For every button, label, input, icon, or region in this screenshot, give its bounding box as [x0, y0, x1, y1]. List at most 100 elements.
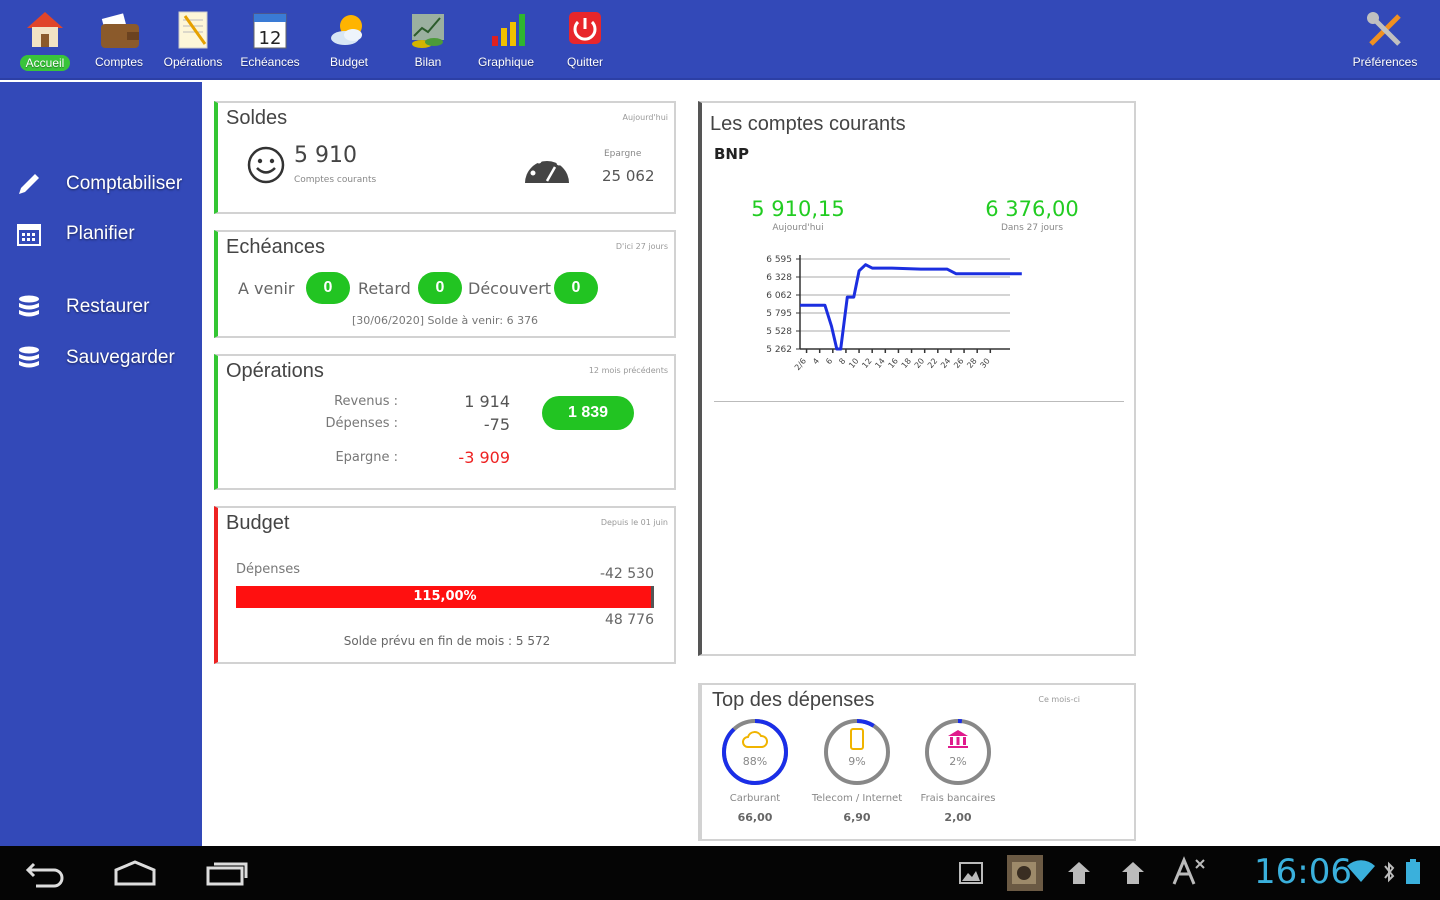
sidebar-item-restaurer[interactable]: Restaurer [14, 287, 200, 327]
retard-badge[interactable]: 0 [418, 272, 462, 304]
calendar-icon [14, 219, 44, 249]
operations-total-badge[interactable]: 1 839 [542, 396, 634, 430]
today-balance: 5 910,15 [751, 197, 845, 221]
toolbar-accueil-button[interactable]: Accueil [10, 8, 80, 74]
soldes-amount: 5 910 [294, 143, 357, 168]
toolbar-budget-button[interactable]: Budget [314, 8, 384, 74]
home-button[interactable] [112, 858, 158, 892]
future-caption: Dans 27 jours [1000, 223, 1064, 233]
toolbar-graphique-button[interactable]: Graphique [471, 8, 541, 74]
card-hint: 12 mois précédents [588, 366, 668, 375]
tools-icon [1363, 8, 1407, 52]
comptes-courants-card[interactable]: Les comptes courants BNP 5 910,15 Aujour… [698, 101, 1136, 656]
toolbar-label: Budget [329, 55, 369, 69]
chart-x-tick-label: 24 [939, 357, 952, 371]
budget-spent: -42 530 [599, 566, 654, 582]
money-icon [406, 8, 450, 52]
gallery-notification[interactable] [958, 860, 984, 890]
toolbar-operations-button[interactable]: Opérations [158, 8, 228, 74]
budget-footer: Solde prévu en fin de mois : 5 572 [343, 634, 551, 648]
budget-depenses-label: Dépenses [236, 562, 301, 577]
chart-x-tick-label: 10 [847, 357, 860, 371]
toolbar-label: Préférences [1352, 55, 1418, 69]
back-icon [25, 862, 64, 888]
expense-label: Telecom / Internet [811, 793, 903, 804]
a-venir-label: A venir [238, 279, 295, 298]
expense-label: Carburant [729, 793, 781, 804]
toolbar-label: Echéances [240, 55, 300, 69]
bank-name: BNP [714, 145, 749, 163]
depenses-value: -75 [483, 415, 510, 434]
today-caption: Aujourd'hui [772, 223, 824, 233]
expense-percent: 2% [949, 755, 967, 768]
epargne-label: Epargne : [335, 450, 398, 465]
text-size-notification[interactable] [1170, 856, 1206, 892]
download-notification[interactable] [1120, 860, 1146, 890]
decouvert-label: Découvert [468, 279, 552, 298]
operations-card[interactable]: Opérations 12 mois précédents Revenus : … [214, 354, 676, 490]
epargne-label: Epargne [604, 149, 642, 159]
expense-item[interactable]: 88% Carburant 66,00 [720, 717, 790, 824]
power-icon [563, 8, 607, 52]
bluetooth-icon [1382, 860, 1396, 888]
balance-line-chart: 6 595 6 328 6 062 5 795 5 528 5 2622/6 4 6 8 10 12… [766, 255, 1022, 372]
expense-percent: 9% [848, 755, 866, 768]
sidebar-item-label: Restaurer [66, 296, 150, 317]
wifi-icon [1346, 860, 1376, 888]
soldes-caption: Comptes courants [294, 175, 377, 185]
chart-x-tick-label: 30 [978, 357, 991, 371]
expense-percent: 88% [742, 755, 768, 768]
epargne-value: -3 909 [458, 448, 510, 467]
sidebar-item-sauvegarder[interactable]: Sauvegarder [14, 338, 200, 378]
system-nav-bar: 16:06 [0, 846, 1440, 900]
expense-amount: 6,90 [843, 811, 871, 824]
card-hint: Aujourd'hui [622, 113, 668, 122]
toolbar-bilan-button[interactable]: Bilan [393, 8, 463, 74]
budget-card[interactable]: Budget Depuis le 01 juin Dépenses -42 53… [214, 506, 676, 664]
top-toolbar: Accueil Comptes Opérations 12 Echéances … [0, 0, 1440, 80]
toolbar-echeances-button[interactable]: 12 Echéances [235, 8, 305, 74]
top-depenses-card[interactable]: Top des dépenses Ce mois-ci 88% Carburan… [698, 683, 1136, 841]
budget-percent: 115,00% [413, 589, 477, 604]
app-notification[interactable] [1006, 854, 1044, 896]
card-title: Top des dépenses [712, 689, 875, 711]
chart-y-tick-label: 6 595 [766, 255, 792, 265]
image-icon [959, 862, 983, 884]
sidebar-item-label: Sauvegarder [66, 347, 175, 368]
chart-x-tick-label: 26 [952, 357, 965, 371]
card-hint: Depuis le 01 juin [600, 518, 668, 527]
sidebar: Comptabiliser Planifier Restaurer Sauveg… [0, 82, 202, 846]
soldes-card[interactable]: Soldes Aujourd'hui 5 910 Comptes courant… [214, 101, 676, 214]
sidebar-item-comptabiliser[interactable]: Comptabiliser [14, 164, 200, 204]
expense-item[interactable]: 9% Telecom / Internet 6,90 [812, 717, 902, 824]
svg-text:12: 12 [259, 28, 282, 49]
echeances-card[interactable]: Echéances D'ici 27 jours A venir 0 Retar… [214, 230, 676, 338]
toolbar-comptes-button[interactable]: Comptes [84, 8, 154, 74]
recent-apps-button[interactable] [204, 858, 250, 892]
notepad-icon [171, 8, 215, 52]
download-notification[interactable] [1066, 860, 1092, 890]
budget-progress-bar: 115,00% [236, 586, 654, 608]
chart-y-tick-label: 5 528 [766, 327, 792, 337]
toolbar-preferences-button[interactable]: Préférences [1346, 8, 1424, 74]
pencil-icon [14, 169, 44, 199]
smiley-icon [246, 145, 286, 189]
card-title: Soldes [226, 107, 288, 129]
a-venir-badge[interactable]: 0 [306, 272, 350, 304]
budget-limit: 48 776 [605, 612, 654, 628]
chart-x-tick-label: 20 [913, 357, 926, 371]
toolbar-label: Bilan [414, 55, 442, 69]
gauge-icon [523, 147, 571, 189]
decouvert-badge[interactable]: 0 [554, 272, 598, 304]
retard-label: Retard [358, 279, 411, 298]
sidebar-item-label: Comptabiliser [66, 173, 183, 194]
divider [714, 401, 1124, 402]
echeances-footer: [30/06/2020] Solde à venir: 6 376 [352, 314, 539, 327]
back-button[interactable] [24, 858, 66, 892]
chart-y-tick-label: 6 328 [766, 273, 792, 283]
expense-item[interactable]: 2% Frais bancaires 2,00 [921, 717, 995, 824]
toolbar-label: Opérations [163, 55, 223, 69]
toolbar-quitter-button[interactable]: Quitter [550, 8, 620, 74]
sidebar-item-planifier[interactable]: Planifier [14, 214, 200, 254]
bank-icon [947, 729, 969, 753]
